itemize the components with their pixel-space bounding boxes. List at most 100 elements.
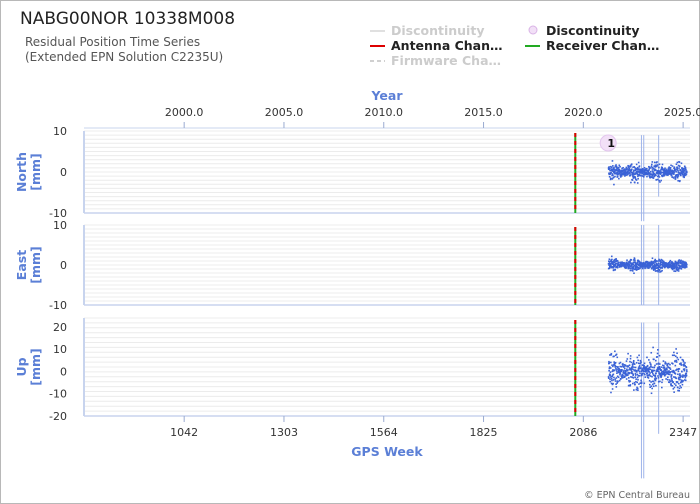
data-point (656, 356, 658, 358)
chart-title: NABG00NOR 10338M008 (20, 9, 235, 29)
data-point (651, 366, 654, 369)
data-point (667, 376, 669, 379)
y-tick-label: 0 (60, 166, 67, 179)
data-point (658, 176, 661, 178)
data-point (631, 168, 633, 171)
data-point (676, 386, 679, 389)
data-point (680, 386, 683, 389)
data-point (644, 376, 647, 378)
data-point (674, 178, 677, 180)
data-point (654, 364, 656, 367)
data-point (665, 378, 667, 380)
data-point (639, 385, 642, 388)
y-tick-label: 10 (53, 219, 67, 232)
data-point (672, 376, 675, 378)
y-axis-title: North[mm] (14, 152, 43, 192)
data-point (640, 174, 642, 177)
data-point (633, 258, 636, 260)
data-point (630, 259, 633, 261)
data-point (646, 364, 649, 367)
y-tick-label: 10 (53, 343, 67, 356)
data-point (677, 358, 680, 361)
data-point (636, 182, 639, 184)
data-point (683, 369, 686, 372)
data-point (672, 381, 674, 384)
data-point (661, 381, 663, 384)
x-bottom-tick-label: 1564 (370, 426, 398, 439)
data-point (682, 359, 685, 362)
data-point (679, 180, 681, 182)
data-point (649, 167, 651, 169)
data-point (637, 359, 639, 362)
data-point (625, 365, 627, 367)
data-point (608, 369, 610, 372)
data-point (678, 387, 681, 390)
data-point (675, 361, 678, 363)
data-point (654, 379, 657, 382)
data-point (650, 381, 652, 383)
data-point (669, 259, 672, 262)
data-point (638, 370, 641, 373)
legend-item-discontinuity-dot[interactable]: Discontinuity (528, 23, 639, 38)
data-point (682, 360, 685, 363)
data-point (644, 373, 646, 376)
data-point (678, 389, 681, 392)
data-point (618, 368, 621, 371)
data-point (673, 383, 676, 385)
data-point (634, 383, 636, 386)
data-point (629, 360, 631, 363)
panel-north: 100-10North[mm]1 (14, 125, 690, 222)
data-point (640, 382, 643, 384)
data-point (630, 181, 632, 184)
data-point (679, 374, 682, 377)
legend-item-antenna-change[interactable]: Antenna Chan… (370, 38, 503, 53)
data-point (636, 387, 639, 390)
x-top-tick-label: 2000.0 (165, 106, 204, 119)
data-point (639, 372, 641, 375)
data-point (614, 350, 616, 353)
data-point (673, 171, 675, 174)
legend: Discontinuity Discontinuity Antenna Chan… (370, 23, 659, 68)
data-point (682, 380, 684, 382)
chart-subtitle-1: Residual Position Time Series (25, 35, 200, 49)
data-point (677, 169, 679, 172)
data-point (648, 169, 650, 171)
data-point (639, 359, 642, 362)
data-point (677, 270, 680, 272)
data-point (652, 380, 655, 383)
data-point (608, 166, 610, 168)
data-point (669, 368, 672, 370)
data-point (671, 377, 673, 380)
data-point (684, 376, 687, 379)
data-point (651, 375, 653, 378)
data-point (635, 378, 637, 380)
data-point (674, 264, 676, 267)
data-point (611, 258, 613, 261)
data-point (633, 363, 636, 365)
data-point (646, 372, 649, 374)
x-top-axis-title: Year (371, 88, 404, 103)
data-point (669, 261, 671, 264)
data-point (655, 169, 657, 171)
data-point (635, 362, 638, 364)
data-point (627, 352, 629, 355)
data-point (659, 367, 661, 370)
data-point (671, 354, 674, 357)
data-point (683, 368, 686, 370)
data-point (629, 384, 632, 386)
legend-item-firmware-change[interactable]: Firmware Cha… (370, 53, 501, 68)
legend-item-receiver-change[interactable]: Receiver Chan… (525, 38, 659, 53)
data-point (617, 376, 620, 379)
data-point (656, 161, 658, 163)
legend-item-discontinuity-line[interactable]: Discontinuity (370, 23, 484, 38)
data-point (659, 363, 661, 365)
data-point (634, 374, 637, 376)
y-tick-label: 20 (53, 321, 67, 334)
data-point (632, 360, 635, 362)
data-point (616, 260, 619, 262)
data-point (631, 367, 633, 369)
data-point (648, 359, 650, 361)
data-point (658, 163, 661, 166)
data-point (616, 175, 619, 178)
data-point (662, 360, 665, 362)
